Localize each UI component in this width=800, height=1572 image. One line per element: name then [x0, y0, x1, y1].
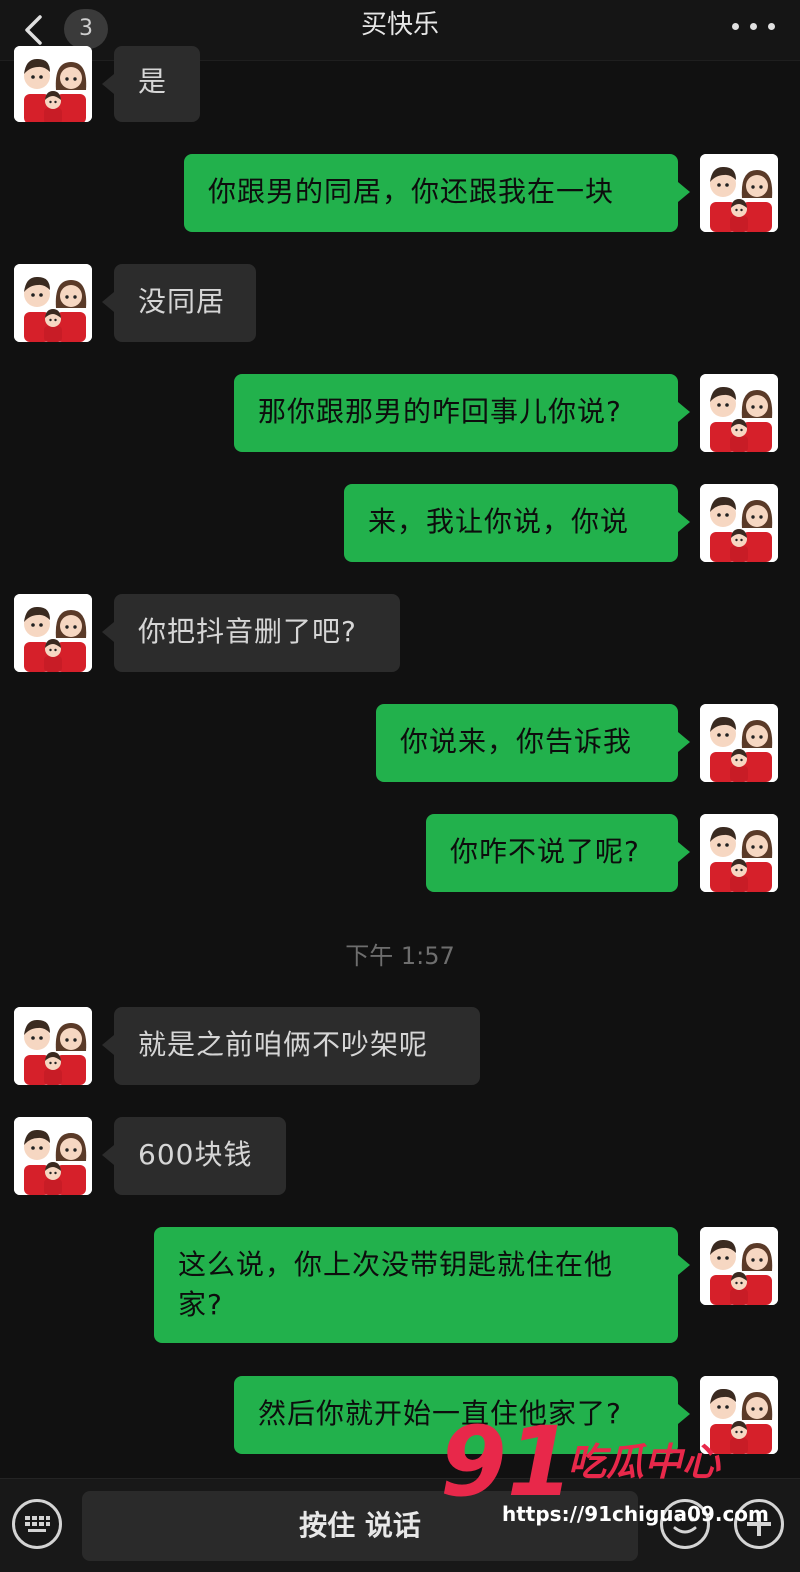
- family-avatar-icon: [14, 46, 92, 122]
- contact-avatar[interactable]: [14, 46, 92, 122]
- my-avatar[interactable]: [700, 374, 778, 452]
- family-avatar-icon: [700, 1227, 778, 1305]
- family-avatar-icon: [700, 814, 778, 892]
- chat-screen: 3 买快乐 是 你跟男的同居，你还跟我在一块 没同居 那你跟那男的咋回事儿你说?…: [0, 0, 800, 1572]
- family-avatar-icon: [700, 704, 778, 782]
- outgoing-message-bubble[interactable]: 你说来，你告诉我: [376, 704, 690, 782]
- contact-avatar[interactable]: [14, 264, 92, 342]
- ellipsis-icon: [750, 23, 757, 30]
- my-avatar[interactable]: [700, 1376, 778, 1454]
- keyboard-toggle-button[interactable]: [12, 1499, 62, 1549]
- emoji-button[interactable]: [660, 1499, 710, 1549]
- incoming-message-bubble[interactable]: 600块钱: [102, 1117, 286, 1195]
- outgoing-message-bubble[interactable]: 然后你就开始一直住他家了?: [234, 1376, 690, 1454]
- chevron-left-icon: [25, 15, 42, 45]
- contact-avatar[interactable]: [14, 1007, 92, 1085]
- more-options-button[interactable]: [726, 8, 782, 44]
- contact-avatar[interactable]: [14, 594, 92, 672]
- family-avatar-icon: [700, 1376, 778, 1454]
- family-avatar-icon: [14, 1007, 92, 1085]
- family-avatar-icon: [14, 594, 92, 672]
- unread-count-badge: 3: [64, 9, 108, 49]
- family-avatar-icon: [14, 1117, 92, 1195]
- my-avatar[interactable]: [700, 814, 778, 892]
- ellipsis-icon: [732, 23, 739, 30]
- my-avatar[interactable]: [700, 704, 778, 782]
- chat-title: 买快乐: [360, 10, 439, 40]
- incoming-message-bubble[interactable]: 就是之前咱俩不吵架呢: [102, 1007, 480, 1085]
- family-avatar-icon: [700, 374, 778, 452]
- input-bar: 按住 说话: [0, 1478, 800, 1572]
- message-timestamp: 下午 1:57: [345, 942, 455, 970]
- outgoing-message-bubble[interactable]: 那你跟那男的咋回事儿你说?: [234, 374, 690, 452]
- family-avatar-icon: [700, 154, 778, 232]
- outgoing-message-bubble[interactable]: 这么说，你上次没带钥匙就住在他家?: [154, 1227, 690, 1343]
- hold-to-talk-button[interactable]: 按住 说话: [82, 1491, 638, 1561]
- emoji-icon: [673, 1516, 697, 1534]
- ellipsis-icon: [768, 23, 775, 30]
- outgoing-message-bubble[interactable]: 你咋不说了呢?: [426, 814, 690, 892]
- incoming-message-bubble[interactable]: 是: [102, 46, 200, 122]
- family-avatar-icon: [700, 484, 778, 562]
- my-avatar[interactable]: [700, 484, 778, 562]
- outgoing-message-bubble[interactable]: 你跟男的同居，你还跟我在一块: [184, 154, 690, 232]
- family-avatar-icon: [14, 264, 92, 342]
- contact-avatar[interactable]: [14, 1117, 92, 1195]
- keyboard-icon: [25, 1516, 50, 1532]
- outgoing-message-bubble[interactable]: 来，我让你说，你说: [344, 484, 690, 562]
- incoming-message-bubble[interactable]: 没同居: [102, 264, 256, 342]
- plus-button[interactable]: [734, 1499, 784, 1549]
- my-avatar[interactable]: [700, 1227, 778, 1305]
- incoming-message-bubble[interactable]: 你把抖音删了吧?: [102, 594, 400, 672]
- my-avatar[interactable]: [700, 154, 778, 232]
